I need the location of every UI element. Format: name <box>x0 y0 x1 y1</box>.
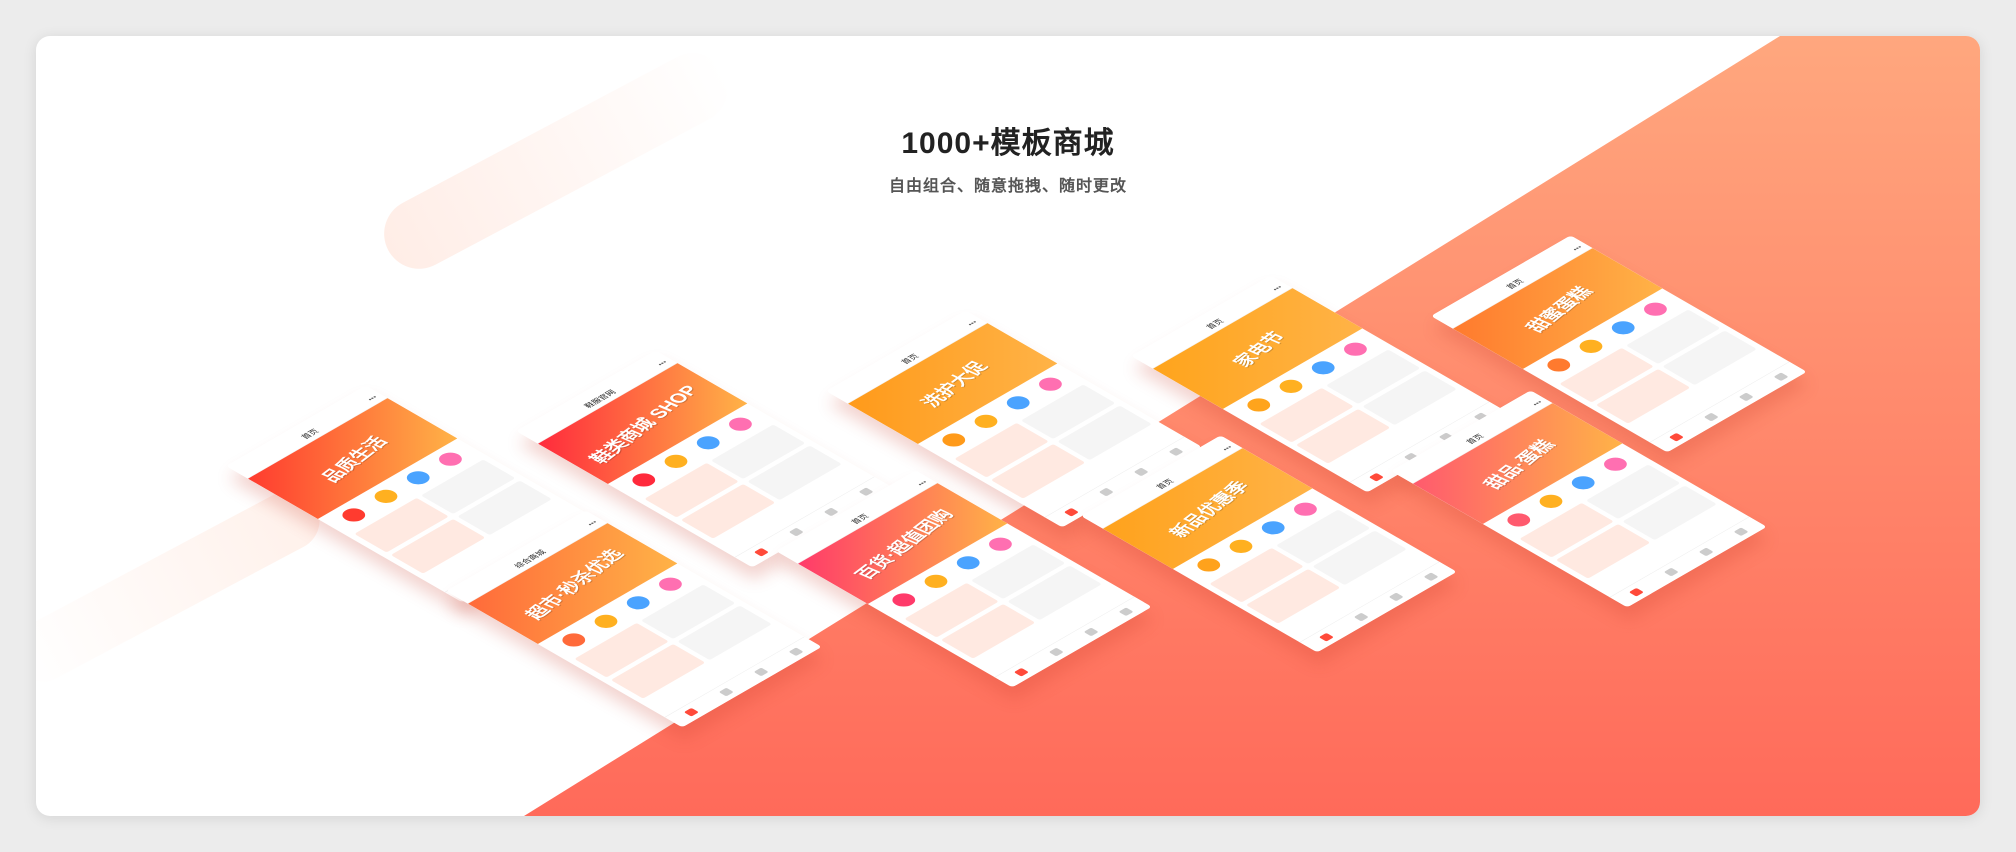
home-tab-icon <box>1318 633 1334 642</box>
category-tab-icon <box>718 687 734 697</box>
profile-tab-icon <box>788 647 804 657</box>
cart-tab-icon <box>1698 547 1714 557</box>
category-tab-icon <box>1048 647 1064 657</box>
cart-tab-icon <box>1083 627 1099 637</box>
home-tab-icon <box>1628 588 1644 597</box>
cart-tab-icon <box>1738 392 1754 402</box>
profile-tab-icon <box>1168 447 1184 457</box>
profile-tab-icon <box>1773 372 1789 382</box>
cart-tab-icon <box>1388 592 1404 602</box>
home-tab-icon <box>1063 508 1079 517</box>
home-tab-icon <box>753 548 769 557</box>
category-tab-icon <box>1098 487 1114 497</box>
profile-tab-icon <box>1423 572 1439 582</box>
hero-title: 1000+模板商城 <box>901 127 1115 160</box>
home-tab-icon <box>1668 433 1684 442</box>
profile-tab-icon <box>1118 607 1134 617</box>
category-tab-icon <box>1703 412 1719 422</box>
cart-tab-icon <box>753 667 769 677</box>
category-tab-icon <box>1353 612 1369 622</box>
home-tab-icon <box>1013 668 1029 677</box>
home-tab-icon <box>1368 473 1384 482</box>
cart-tab-icon <box>1133 467 1149 477</box>
profile-tab-icon <box>1733 527 1749 537</box>
home-tab-icon <box>683 708 699 717</box>
phone-banner-text: 家电节 <box>1229 329 1291 370</box>
hero-card: 1000+模板商城 自由组合、随意拖拽、随时更改 首页 ••• 品质生活 鞋服官… <box>36 36 1980 816</box>
category-tab-icon <box>1663 567 1679 577</box>
hero-subtitle: 自由组合、随意拖拽、随时更改 <box>888 178 1127 195</box>
